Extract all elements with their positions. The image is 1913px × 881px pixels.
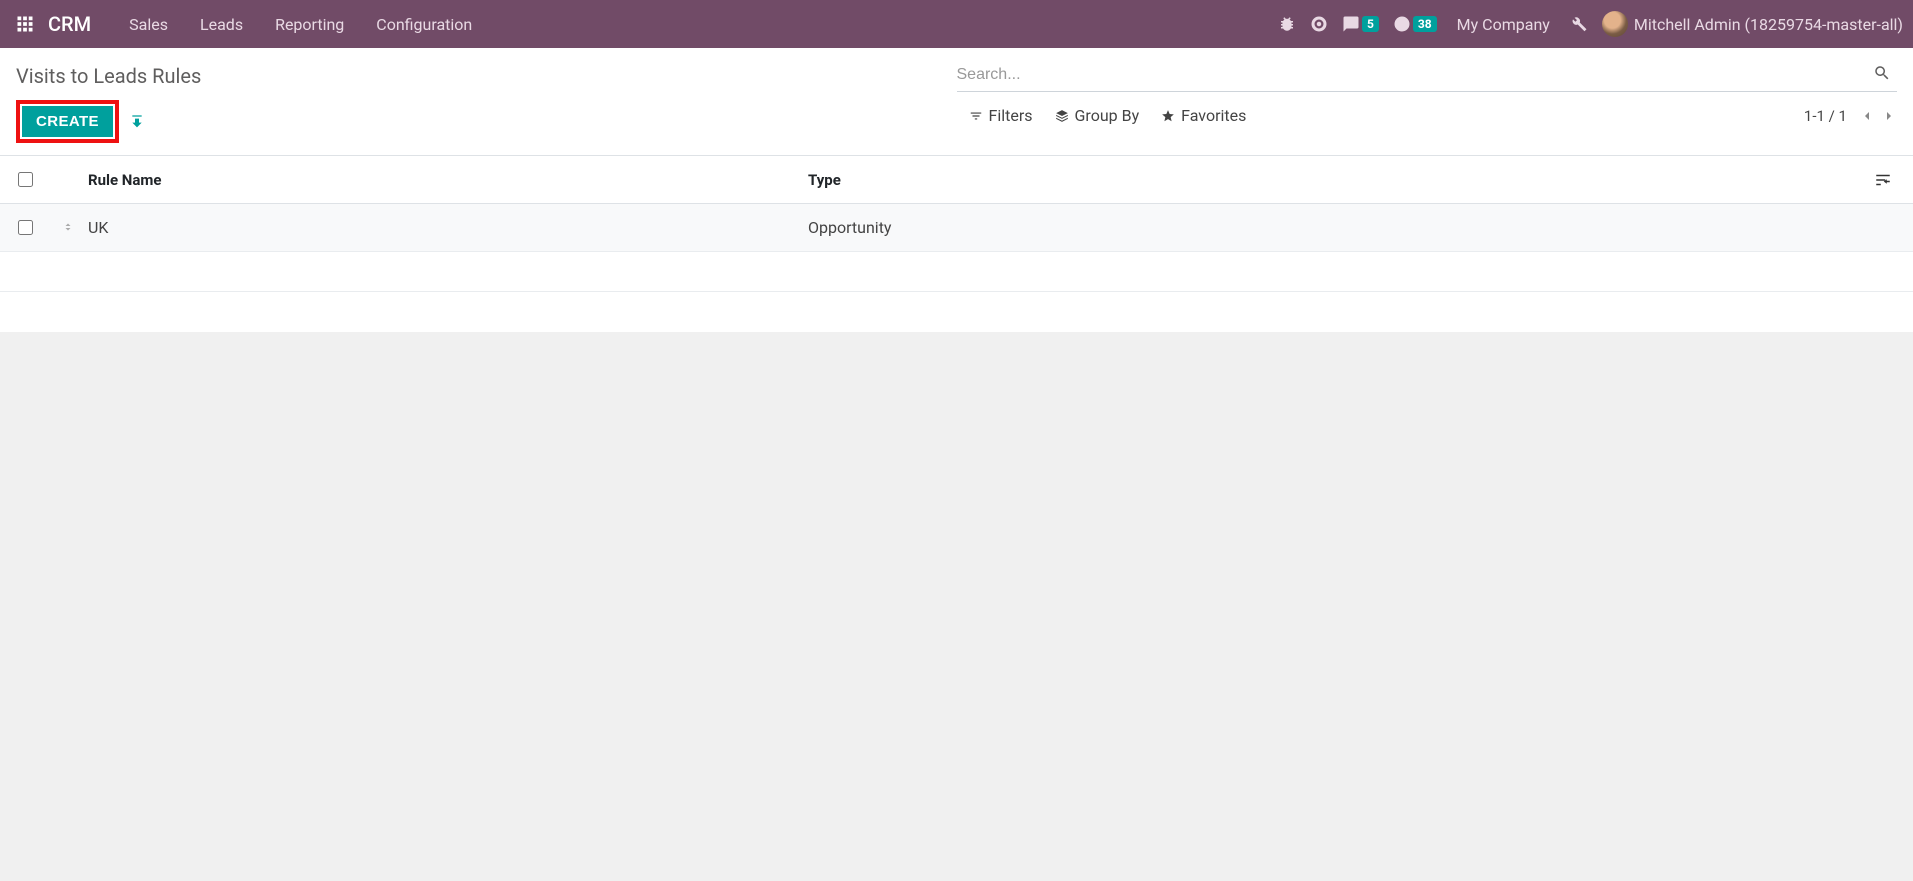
brand-label[interactable]: CRM [48, 12, 91, 36]
pager-next[interactable] [1881, 108, 1897, 124]
search-icon[interactable] [1867, 64, 1897, 86]
top-navbar: CRM Sales Leads Reporting Configuration … [0, 0, 1913, 48]
row-check [12, 220, 62, 235]
nav-item-sales[interactable]: Sales [113, 0, 184, 48]
search-row [957, 58, 1898, 92]
filters-button[interactable]: Filters [969, 106, 1033, 125]
activities-badge: 38 [1413, 16, 1437, 32]
cp-left-buttons: CREATE [16, 100, 957, 155]
favorites-label: Favorites [1181, 106, 1246, 125]
create-highlight: CREATE [16, 100, 119, 143]
chevron-right-icon [1881, 108, 1897, 124]
messaging-button[interactable]: 5 [1342, 15, 1379, 33]
support-icon[interactable] [1310, 15, 1328, 33]
cell-type: Opportunity [808, 218, 1865, 237]
filters-label: Filters [989, 106, 1033, 125]
select-all-checkbox[interactable] [18, 172, 33, 187]
cp-tools-right: 1-1 / 1 [1804, 107, 1897, 125]
control-panel-left: Visits to Leads Rules CREATE [16, 58, 957, 155]
chevron-left-icon [1859, 108, 1875, 124]
navbar-left: CRM Sales Leads Reporting Configuration [8, 0, 488, 48]
nav-item-configuration[interactable]: Configuration [360, 0, 488, 48]
col-check-header [12, 172, 62, 187]
layers-icon [1055, 109, 1069, 123]
pager-arrows [1859, 108, 1897, 124]
search-input[interactable] [957, 62, 1868, 88]
list-view: Rule Name Type UK Opportunity [0, 156, 1913, 332]
cp-tools-left: Filters Group By Favorites [957, 106, 1247, 125]
cp-toolbar: Filters Group By Favorites 1-1 / 1 [957, 106, 1898, 135]
apps-icon[interactable] [8, 7, 42, 41]
activities-button[interactable]: 38 [1393, 15, 1437, 33]
user-label: Mitchell Admin (18259754-master-all) [1634, 15, 1903, 34]
nav-item-reporting[interactable]: Reporting [259, 0, 360, 48]
company-switcher[interactable]: My Company [1451, 15, 1556, 34]
blank-band [0, 252, 1913, 292]
cell-rulename: UK [88, 218, 808, 237]
blank-band-2 [0, 292, 1913, 332]
debug-icon[interactable] [1278, 15, 1296, 33]
nav-item-leads[interactable]: Leads [184, 0, 259, 48]
export-icon[interactable] [129, 114, 145, 130]
list-header: Rule Name Type [0, 156, 1913, 204]
favorites-button[interactable]: Favorites [1161, 106, 1246, 125]
filter-icon [969, 109, 983, 123]
pager-text: 1-1 / 1 [1804, 107, 1847, 125]
nav-menu: Sales Leads Reporting Configuration [113, 0, 488, 48]
row-checkbox[interactable] [18, 220, 33, 235]
col-rulename-header[interactable]: Rule Name [88, 171, 808, 189]
user-menu[interactable]: Mitchell Admin (18259754-master-all) [1602, 11, 1903, 37]
pager-prev[interactable] [1859, 108, 1875, 124]
tools-icon[interactable] [1570, 15, 1588, 33]
avatar [1602, 11, 1628, 37]
control-panel-right: Filters Group By Favorites 1-1 / 1 [957, 58, 1898, 155]
create-button[interactable]: CREATE [22, 106, 113, 137]
messaging-badge: 5 [1362, 16, 1379, 32]
sliders-icon [1874, 171, 1892, 189]
groupby-label: Group By [1075, 106, 1140, 125]
col-settings-button[interactable] [1865, 171, 1901, 189]
navbar-right: 5 38 My Company Mitchell Admin (18259754… [1278, 11, 1903, 37]
star-icon [1161, 109, 1175, 123]
drag-handle-icon[interactable] [62, 218, 88, 237]
control-panel: Visits to Leads Rules CREATE Filters [0, 48, 1913, 156]
table-row[interactable]: UK Opportunity [0, 204, 1913, 252]
groupby-button[interactable]: Group By [1055, 106, 1140, 125]
page-title: Visits to Leads Rules [16, 64, 957, 88]
col-type-header[interactable]: Type [808, 171, 1865, 189]
